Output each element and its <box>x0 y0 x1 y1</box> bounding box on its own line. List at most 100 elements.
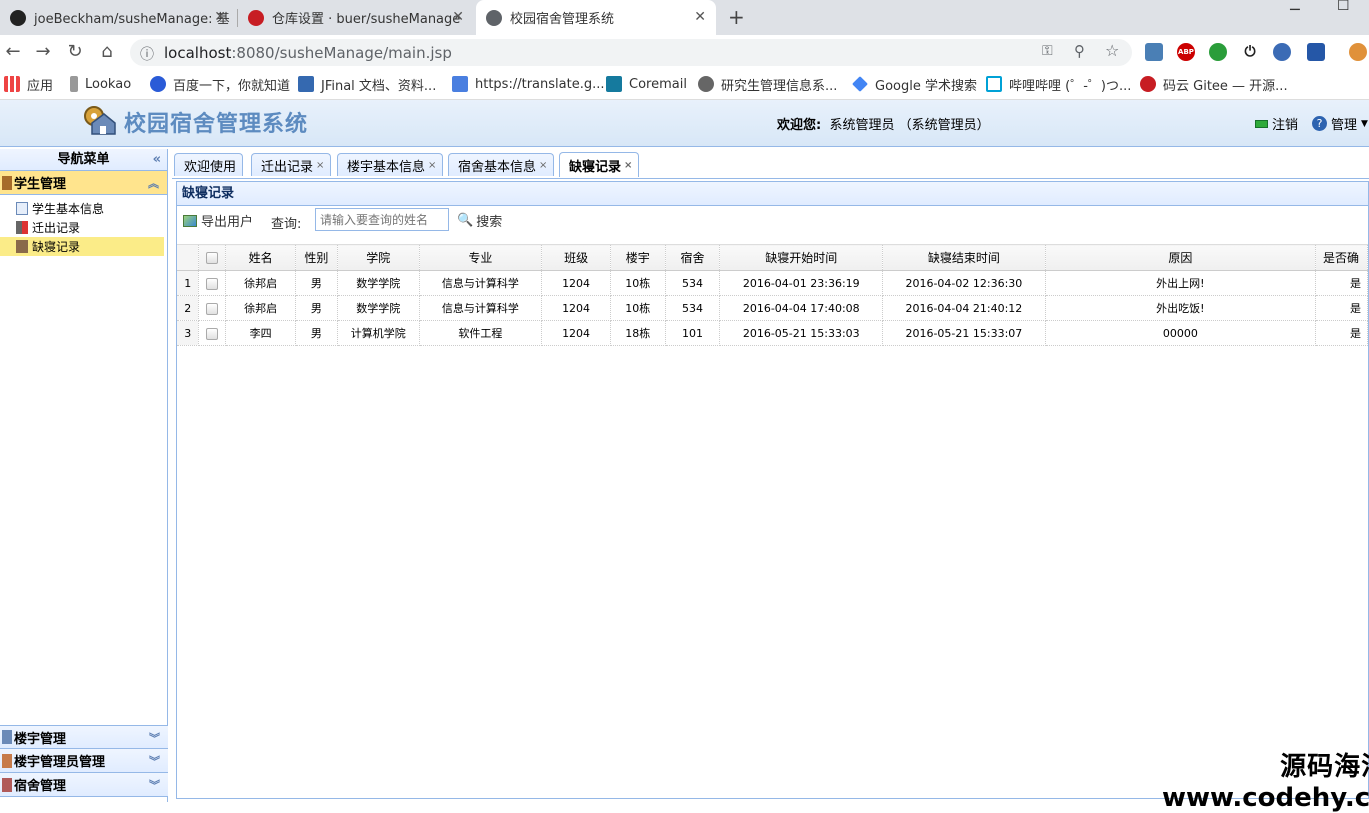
key-icon[interactable]: ⚿ <box>1042 43 1053 59</box>
tab-moveout[interactable]: 迁出记录 × <box>251 153 332 176</box>
column-header[interactable]: 楼宇 <box>610 244 666 271</box>
back-icon[interactable]: ← <box>2 41 24 62</box>
zoom-icon[interactable]: ⚲ <box>1074 42 1085 60</box>
power-icon[interactable]: ⏻ <box>1241 43 1259 61</box>
row-checkbox[interactable] <box>198 295 227 321</box>
minimize-button[interactable]: ─ <box>1290 0 1300 19</box>
search-button[interactable]: 🔍 搜索 <box>457 211 502 230</box>
column-header[interactable]: 缺寝结束时间 <box>882 244 1046 271</box>
adblock-icon[interactable]: ABP <box>1177 43 1195 61</box>
tab-building-info[interactable]: 楼宇基本信息 × <box>337 153 444 176</box>
profile-avatar[interactable] <box>1349 43 1367 61</box>
browser-tab-active[interactable]: 校园宿舍管理系统 ✕ <box>476 0 716 35</box>
sidebar-item-student-info[interactable]: 学生基本信息 <box>0 199 164 218</box>
tab-welcome[interactable]: 欢迎使用 <box>174 153 244 176</box>
column-header[interactable]: 学院 <box>337 244 420 271</box>
close-icon[interactable]: × <box>316 160 324 171</box>
column-header[interactable]: 是否确 <box>1315 244 1369 271</box>
star-icon[interactable]: ☆ <box>1105 41 1119 60</box>
new-tab-button[interactable]: + <box>728 5 745 29</box>
search-input[interactable] <box>315 208 449 231</box>
caret-down-icon: ▼ <box>1361 118 1368 129</box>
building-icon <box>2 730 12 744</box>
browser-tab[interactable]: joeBeckham/susheManage: 基 ✕ <box>0 0 236 35</box>
bookmark-item[interactable]: Lookao <box>70 75 131 93</box>
sidebar: 导航菜单 « 学生管理 ︽ 学生基本信息 迁出记录 缺寝记录 楼宇管理 ︾ 楼宇… <box>0 149 168 802</box>
info-icon <box>16 202 28 215</box>
bookmark-item[interactable]: 哔哩哔哩 (゜-゜)つ... <box>986 75 1131 94</box>
sidebar-group-building-admin[interactable]: 楼宇管理员管理 ︾ <box>0 749 168 773</box>
bookmark-apps[interactable]: 应用 <box>4 75 53 94</box>
close-icon[interactable]: ✕ <box>694 9 706 25</box>
bookmark-item[interactable]: 百度一下，你就知道 <box>150 75 290 94</box>
close-icon[interactable]: ✕ <box>214 9 226 25</box>
manage-menu[interactable]: 管理 <box>1331 114 1357 133</box>
address-bar[interactable]: ⓘ localhost:8080/susheManage/main.jsp ⚿ … <box>130 39 1132 66</box>
column-header[interactable]: 专业 <box>419 244 543 271</box>
dorm-icon <box>2 777 12 792</box>
app-title: 校园宿舍管理系统 <box>124 112 309 137</box>
cell: 2016-04-01 23:36:19 <box>719 270 884 296</box>
column-header[interactable]: 宿舍 <box>665 244 721 271</box>
maximize-button[interactable]: ☐ <box>1337 0 1350 14</box>
sidebar-item-moveout[interactable]: 迁出记录 <box>0 218 164 237</box>
tab-strip: 欢迎使用 迁出记录 × 楼宇基本信息 × 宿舍基本信息 × 缺寝记录 × <box>172 149 1369 179</box>
github-icon <box>10 9 26 26</box>
cell: 外出吃饭! <box>1045 295 1316 321</box>
sidebar-group-dorm[interactable]: 宿舍管理 ︾ <box>0 773 168 797</box>
cell: 10栋 <box>610 270 666 296</box>
row-checkbox[interactable] <box>198 270 227 296</box>
forward-icon[interactable]: → <box>32 41 54 62</box>
export-button[interactable]: 导出用户 <box>183 211 253 230</box>
collapse-icon[interactable]: « <box>153 149 161 171</box>
reload-icon[interactable]: ↻ <box>64 41 86 62</box>
bookmark-item[interactable]: 研究生管理信息系... <box>698 75 837 94</box>
cell: 是 <box>1315 320 1369 346</box>
logout-link[interactable]: 注销 <box>1272 114 1298 133</box>
chevron-down-icon: ︾ <box>149 779 160 792</box>
paw-icon[interactable] <box>1209 43 1227 61</box>
query-label: 查询: <box>271 217 302 232</box>
translate-icon[interactable] <box>1273 43 1291 61</box>
close-icon[interactable]: × <box>428 160 436 171</box>
moveout-icon <box>16 221 28 234</box>
bookmark-item[interactable]: https://translate.g... <box>452 75 604 93</box>
table-row[interactable]: 1 徐邦启 男 数学学院 信息与计算科学 1204 10栋 534 2016-0… <box>177 270 1369 296</box>
watermark: 源码海洋网 www.codehy.com <box>1162 752 1369 813</box>
column-header[interactable]: 缺寝开始时间 <box>719 244 884 271</box>
absence-table: 姓名 性别 学院 专业 班级 楼宇 宿舍 缺寝开始时间 缺寝结束时间 原因 是否… <box>177 244 1369 346</box>
chevron-up-icon: ︽ <box>148 177 159 190</box>
cell: 李四 <box>225 320 296 346</box>
gitee-icon <box>1140 76 1156 92</box>
lookao-icon <box>70 76 78 92</box>
column-header[interactable]: 姓名 <box>225 244 296 271</box>
tab-dorm-info[interactable]: 宿舍基本信息 × <box>448 153 555 176</box>
close-icon[interactable]: × <box>624 160 632 171</box>
close-icon[interactable]: ✕ <box>452 9 464 25</box>
row-checkbox[interactable] <box>198 320 227 346</box>
browser-tab[interactable]: 仓库设置 · buer/susheManage ✕ <box>238 0 474 35</box>
bookmark-item[interactable]: Coremail <box>606 75 687 93</box>
panel-toolbar: 导出用户 查询: 🔍 搜索 <box>177 206 1368 238</box>
bookmark-item[interactable]: Google 学术搜索 <box>852 75 977 94</box>
table-row[interactable]: 2 徐邦启 男 数学学院 信息与计算科学 1204 10栋 534 2016-0… <box>177 295 1369 321</box>
sidebar-group-student[interactable]: 学生管理 ︽ <box>0 171 167 195</box>
sidebar-item-absence[interactable]: 缺寝记录 <box>0 237 164 256</box>
sidebar-group-building[interactable]: 楼宇管理 ︾ <box>0 725 168 749</box>
select-all-checkbox[interactable] <box>198 244 227 271</box>
column-header[interactable]: 性别 <box>295 244 338 271</box>
browser-toolbar: ← → ↻ ⌂ ⓘ localhost:8080/susheManage/mai… <box>0 35 1369 69</box>
cell: 18栋 <box>610 320 666 346</box>
bookmark-item[interactable]: 码云 Gitee — 开源... <box>1140 75 1288 94</box>
extension-icon[interactable] <box>1307 43 1325 61</box>
coremail-icon <box>606 76 622 92</box>
translate-icon <box>452 76 468 92</box>
column-header[interactable]: 原因 <box>1045 244 1316 271</box>
tab-absence[interactable]: 缺寝记录 × <box>559 152 640 177</box>
close-icon[interactable]: × <box>539 160 547 171</box>
bookmark-item[interactable]: JFinal 文档、资料... <box>298 75 436 94</box>
home-icon[interactable]: ⌂ <box>96 41 118 62</box>
column-header[interactable]: 班级 <box>541 244 611 271</box>
table-row[interactable]: 3 李四 男 计算机学院 软件工程 1204 18栋 101 2016-05-2… <box>177 320 1369 346</box>
extension-icon[interactable] <box>1145 43 1163 61</box>
